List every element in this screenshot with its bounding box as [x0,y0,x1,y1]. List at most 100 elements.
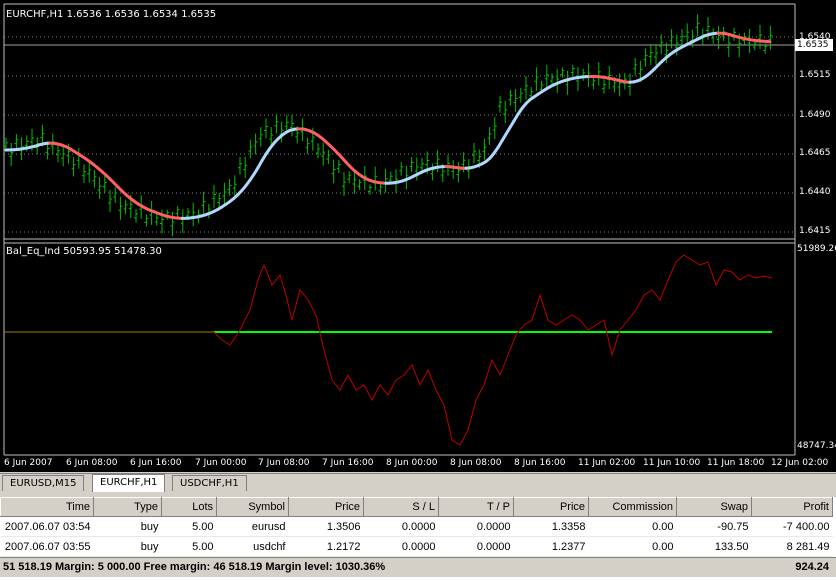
price-bar [14,134,19,150]
price-bar [513,88,518,112]
current-price-tag: 1.6535 [795,39,833,51]
orders-header-row: Time Type Lots Symbol Price S / L T / P … [0,497,833,517]
col-current-price[interactable]: Price [513,497,589,517]
price-bar [565,70,570,95]
col-tp[interactable]: T / P [438,497,514,517]
cell-sl: 0.0000 [363,536,439,557]
price-bar [414,157,419,181]
price-bar [628,73,632,96]
price-bar [591,76,596,90]
col-profit[interactable]: Profit [751,497,833,517]
price-bar [409,157,414,172]
cell-current-price: 1.3358 [513,516,589,537]
price-bar [144,214,149,227]
cell-type: buy [93,516,162,537]
price-bar [347,171,352,184]
price-bar [97,177,102,200]
price-bar [253,133,258,155]
price-bar [134,209,138,223]
col-price[interactable]: Price [288,497,364,517]
price-bar [492,117,497,140]
main-price-chart[interactable] [0,0,836,472]
cell-lots: 5.00 [161,536,217,557]
account-summary: 51 518.19 Margin: 5 000.00 Free margin: … [3,561,386,573]
price-bar [149,201,154,225]
time-label-12: 12 Jun 02:00 [771,458,829,468]
col-lots[interactable]: Lots [161,497,217,517]
table-row[interactable]: 2007.06.07 03:55 buy 5.00 usdchf 1.2172 … [0,536,833,557]
price-bar [518,87,523,103]
cell-commission: 0.00 [588,516,677,537]
cell-symbol: eurusd [216,516,289,537]
col-time[interactable]: Time [0,497,94,517]
price-bar [383,168,388,193]
cell-lots: 5.00 [161,516,217,537]
cell-swap: -90.75 [676,516,752,537]
indicator-max-label: 51989.26 [797,244,836,254]
cell-sl: 0.0000 [363,516,439,537]
price-bar [659,34,664,55]
time-label-3: 7 Jun 00:00 [195,458,247,468]
price-bar [274,114,279,134]
moving-average-segments [4,31,772,220]
time-label-6: 8 Jun 00:00 [386,458,438,468]
price-bar [264,118,268,139]
price-bar [690,29,695,48]
price-bar [212,184,216,208]
price-bar [82,164,86,183]
cell-price: 1.3506 [288,516,364,537]
tab-eurusd-m15[interactable]: EURUSD,M15 [2,475,85,491]
price-bar [175,206,180,218]
chart-window[interactable]: EURCHF,H1 1.6536 1.6536 1.6534 1.6535 Ba… [0,0,836,472]
price-bar [279,121,284,143]
orders-table: Time Type Lots Symbol Price S / L T / P … [0,497,833,557]
price-bar [342,172,346,197]
cell-time: 2007.06.07 03:55 [0,536,94,557]
price-bar [92,169,97,188]
grid-lines [4,36,795,233]
price-bar [206,203,211,219]
price-label-4: 1.6465 [799,148,831,158]
price-bar [238,156,242,175]
cell-swap: 133.50 [676,536,752,557]
price-bar [544,64,549,89]
time-label-9: 11 Jun 02:00 [578,458,636,468]
price-bar [113,187,118,203]
price-bar [596,62,601,86]
price-bar [336,160,341,174]
account-summary-bar: 51 518.19 Margin: 5 000.00 Free margin: … [0,557,836,577]
price-label-2: 1.6515 [799,70,831,80]
price-bar [331,159,336,184]
tab-eurchf-h1[interactable]: EURCHF,H1 [92,474,166,492]
col-commission[interactable]: Commission [588,497,677,517]
price-bar [451,160,456,179]
price-bars [4,14,773,237]
price-bar [201,191,206,216]
price-bar [456,162,461,183]
chart-tab-bar: EURUSD,M15 EURCHF,H1 USDCHF,H1 [0,473,836,493]
price-bar [87,161,92,183]
tab-usdchf-h1[interactable]: USDCHF,H1 [172,475,247,491]
price-bar [711,28,716,44]
price-bar [123,199,128,215]
cell-current-price: 1.2377 [513,536,589,557]
col-sl[interactable]: S / L [363,497,439,517]
col-symbol[interactable]: Symbol [216,497,289,517]
price-bar [617,73,622,97]
price-bar [669,29,674,49]
price-bar [56,143,60,163]
total-profit: 924.24 [795,561,829,573]
price-bar [170,212,175,237]
price-bar [290,114,294,137]
time-label-4: 7 Jun 08:00 [258,458,310,468]
cell-time: 2007.06.07 03:54 [0,516,94,537]
price-bar [316,143,320,159]
price-bar [534,67,539,92]
price-bar [154,214,159,226]
price-bar [76,148,81,169]
price-bar [378,183,383,195]
time-label-8: 8 Jun 16:00 [514,458,566,468]
col-swap[interactable]: Swap [676,497,752,517]
table-row[interactable]: 2007.06.07 03:54 buy 5.00 eurusd 1.3506 … [0,516,833,537]
col-type[interactable]: Type [93,497,162,517]
